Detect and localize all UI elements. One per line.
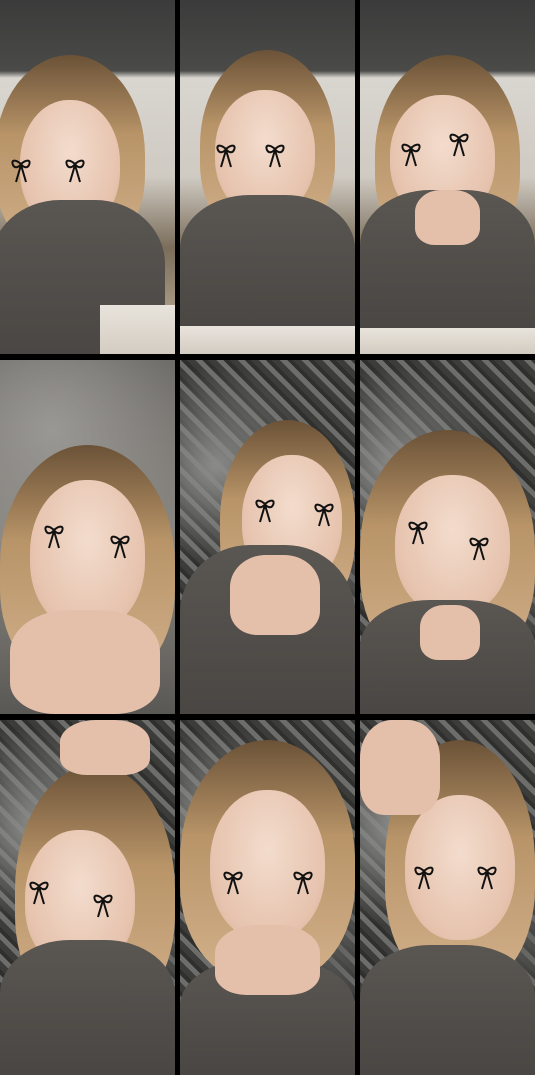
- bow-ribbon-sticker-left: [10, 158, 32, 184]
- neckline: [415, 190, 480, 245]
- raised-hand: [60, 720, 150, 775]
- bow-ribbon-sticker-right: [264, 143, 286, 169]
- photo-tile-6: [360, 360, 535, 714]
- photo-tile-9: [360, 720, 535, 1075]
- photo-tile-8: [180, 720, 355, 1075]
- bow-ribbon-sticker-right: [64, 158, 86, 184]
- sweater: [180, 195, 355, 330]
- bow-ribbon-sticker-right: [292, 870, 314, 896]
- photo-tile-1: [0, 0, 175, 354]
- photo-tile-3: [360, 0, 535, 354]
- bow-ribbon-sticker-left: [413, 865, 435, 891]
- bow-ribbon-sticker-right: [468, 536, 490, 562]
- neckline: [215, 925, 320, 995]
- photo-tile-7: [0, 720, 175, 1075]
- photo-collage-grid: [0, 0, 535, 1075]
- neckline: [10, 610, 160, 714]
- desk: [100, 305, 175, 354]
- bow-ribbon-sticker-left: [43, 524, 65, 550]
- bow-ribbon-sticker-left: [28, 880, 50, 906]
- photo-tile-4: [0, 360, 175, 714]
- bow-ribbon-sticker-right: [448, 132, 470, 158]
- face: [210, 790, 325, 940]
- desk: [180, 326, 355, 354]
- photo-tile-5: [180, 360, 355, 714]
- hand-on-chin: [230, 555, 320, 635]
- bow-ribbon-sticker-left: [407, 520, 429, 546]
- bow-ribbon-sticker-right: [476, 865, 498, 891]
- bow-ribbon-sticker-right: [109, 534, 131, 560]
- bow-ribbon-sticker-left: [215, 143, 237, 169]
- photo-tile-2: [180, 0, 355, 354]
- bow-ribbon-sticker-left: [400, 142, 422, 168]
- raised-arm: [360, 720, 440, 815]
- desk: [360, 328, 535, 354]
- halter-top: [360, 945, 535, 1075]
- bow-ribbon-sticker-left: [254, 498, 276, 524]
- neckline: [420, 605, 480, 660]
- bow-ribbon-sticker-right: [313, 502, 335, 528]
- bow-ribbon-sticker-right: [92, 893, 114, 919]
- bow-ribbon-sticker-left: [222, 870, 244, 896]
- halter-top: [0, 940, 175, 1075]
